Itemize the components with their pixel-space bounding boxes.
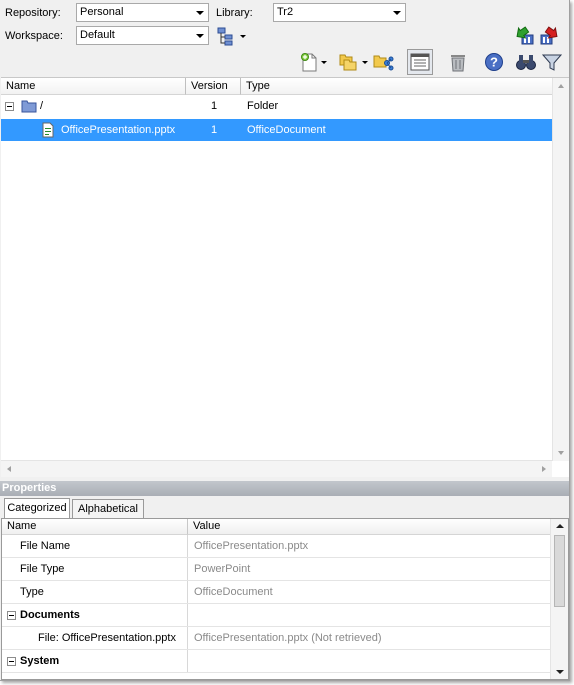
properties-column-value[interactable]: Value xyxy=(188,519,550,535)
hierarchy-icon[interactable] xyxy=(214,24,238,48)
chevron-down-icon xyxy=(196,34,204,38)
list-item-name: OfficePresentation.pptx xyxy=(61,124,176,136)
library-value: Tr2 xyxy=(277,6,294,18)
scroll-down-icon[interactable] xyxy=(556,670,564,674)
properties-title: Properties xyxy=(0,481,569,496)
section-title: Documents xyxy=(20,609,80,621)
list-item-type: Folder xyxy=(247,100,279,112)
property-name-cell: File: OfficePresentation.pptx xyxy=(2,627,188,649)
scroll-right-icon[interactable] xyxy=(542,466,546,472)
hierarchy-dropdown-icon[interactable] xyxy=(240,35,246,38)
help-icon[interactable]: ? xyxy=(482,50,506,74)
scroll-up-icon[interactable] xyxy=(556,524,564,528)
check-in-icon[interactable] xyxy=(512,23,536,47)
list-item-version: 1 xyxy=(211,124,218,136)
property-section-documents[interactable]: Documents xyxy=(2,604,550,627)
collapse-icon[interactable] xyxy=(7,611,16,620)
new-dropdown-icon[interactable] xyxy=(321,61,327,64)
scroll-up-icon[interactable] xyxy=(558,84,564,88)
filter-icon[interactable] xyxy=(540,50,564,74)
property-value: OfficeDocument xyxy=(194,586,273,598)
property-name-cell: File Name xyxy=(2,535,188,557)
library-select[interactable]: Tr2 xyxy=(273,3,406,22)
library-label: Library: xyxy=(216,7,253,19)
list-item-office-presentation[interactable]: OfficePresentation.pptx 1 OfficeDocument xyxy=(1,119,553,141)
repository-label: Repository: xyxy=(5,7,61,19)
property-name: File Name xyxy=(20,540,71,552)
folder-icon xyxy=(21,99,37,121)
scroll-down-icon[interactable] xyxy=(558,451,564,455)
property-name: File Type xyxy=(20,563,65,575)
workspace-value: Default xyxy=(80,29,115,41)
column-header-version[interactable]: Version xyxy=(186,78,241,95)
property-row-type[interactable]: Type OfficeDocument xyxy=(2,581,550,604)
collapse-icon[interactable] xyxy=(7,657,16,666)
property-name-cell: System xyxy=(2,650,188,672)
repository-value: Personal xyxy=(80,6,124,18)
property-name: File: OfficePresentation.pptx xyxy=(38,632,176,644)
document-manager-window: Repository: Personal Library: Tr2 Worksp… xyxy=(0,0,570,681)
share-folder-icon[interactable] xyxy=(371,50,395,74)
workspace-select[interactable]: Default xyxy=(76,26,209,45)
property-name: Type xyxy=(20,586,44,598)
list-item-root-folder[interactable]: / 1 Folder xyxy=(1,95,553,117)
workspace-label: Workspace: xyxy=(5,30,63,42)
properties-vertical-scrollbar[interactable] xyxy=(550,519,568,679)
chevron-down-icon xyxy=(393,11,401,15)
scroll-left-icon[interactable] xyxy=(7,466,11,472)
section-title: System xyxy=(20,655,60,667)
property-name-cell: Documents xyxy=(2,604,188,626)
property-row-file-name[interactable]: File Name OfficePresentation.pptx xyxy=(2,535,550,558)
file-list[interactable]: Name Version Type / 1 Folder OfficePrese… xyxy=(1,77,569,477)
trash-icon[interactable] xyxy=(446,50,470,74)
binoculars-icon[interactable] xyxy=(514,50,538,74)
property-section-system[interactable]: System xyxy=(2,650,550,673)
tab-categorized[interactable]: Categorized xyxy=(4,498,70,519)
scroll-thumb[interactable] xyxy=(554,535,565,607)
list-item-type: OfficeDocument xyxy=(247,124,326,136)
property-row-file-type[interactable]: File Type PowerPoint xyxy=(2,558,550,581)
column-header-name[interactable]: Name xyxy=(1,78,186,95)
property-value: OfficePresentation.pptx xyxy=(194,540,309,552)
copy-icon[interactable] xyxy=(336,50,360,74)
svg-text:?: ? xyxy=(490,55,498,70)
new-document-icon[interactable] xyxy=(297,50,321,74)
property-row-document-file[interactable]: File: OfficePresentation.pptx OfficePres… xyxy=(2,627,550,650)
property-name-cell: Type xyxy=(2,581,188,603)
properties-view-icon[interactable] xyxy=(407,49,433,75)
list-vertical-scrollbar[interactable] xyxy=(552,78,569,461)
property-value: PowerPoint xyxy=(194,563,251,575)
list-horizontal-scrollbar[interactable] xyxy=(1,460,552,477)
properties-column-name[interactable]: Name xyxy=(2,519,188,535)
property-name-cell: File Type xyxy=(2,558,188,580)
tab-alphabetical[interactable]: Alphabetical xyxy=(72,499,144,518)
property-value: OfficePresentation.pptx (Not retrieved) xyxy=(194,632,382,644)
list-item-name: / xyxy=(40,100,44,112)
collapse-icon[interactable] xyxy=(5,102,14,111)
document-icon xyxy=(41,122,55,146)
check-out-icon[interactable] xyxy=(538,23,562,47)
list-item-version: 1 xyxy=(211,100,218,112)
copy-dropdown-icon[interactable] xyxy=(362,61,368,64)
repository-select[interactable]: Personal xyxy=(76,3,209,22)
chevron-down-icon xyxy=(196,11,204,15)
properties-grid[interactable]: Name Value File Name OfficePresentation.… xyxy=(1,518,569,680)
column-header-type[interactable]: Type xyxy=(241,78,553,95)
